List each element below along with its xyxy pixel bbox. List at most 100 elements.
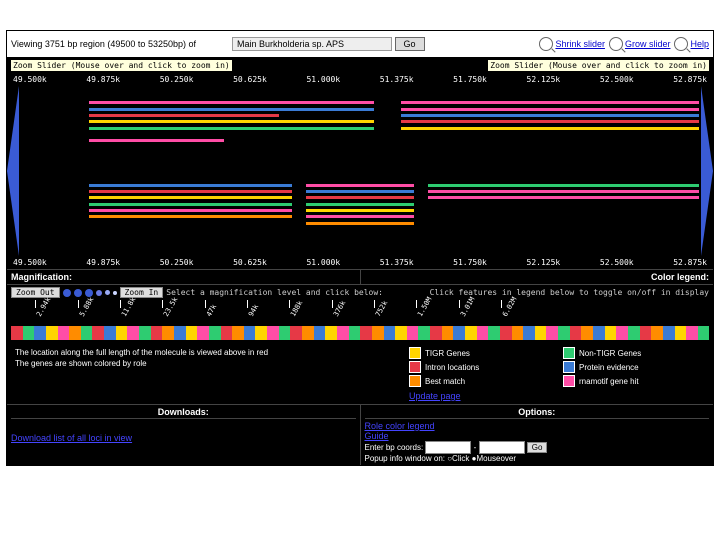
mag-tick[interactable]: 23.5k [162, 296, 179, 318]
feature-segment[interactable] [89, 190, 292, 193]
overview-segment[interactable] [232, 326, 244, 340]
overview-segment[interactable] [151, 326, 163, 340]
overview-segment[interactable] [314, 326, 326, 340]
overview-segment[interactable] [453, 326, 465, 340]
feature-segment[interactable] [89, 101, 374, 104]
overview-segment[interactable] [81, 326, 93, 340]
mag-tick[interactable]: 1.50M [416, 296, 433, 318]
feature-segment[interactable] [306, 222, 414, 225]
coords-to-input[interactable] [479, 441, 525, 454]
overview-segment[interactable] [477, 326, 489, 340]
overview-segment[interactable] [23, 326, 35, 340]
coords-from-input[interactable] [425, 441, 471, 454]
mag-tick[interactable]: 47k [205, 303, 218, 318]
update-page-link[interactable]: Update page [409, 391, 461, 401]
overview-segment[interactable] [197, 326, 209, 340]
feature-segment[interactable] [306, 190, 414, 193]
feature-segment[interactable] [89, 114, 279, 117]
feature-segment[interactable] [89, 139, 225, 142]
overview-segment[interactable] [500, 326, 512, 340]
mag-tick[interactable]: 5.88k [78, 296, 95, 318]
overview-segment[interactable] [46, 326, 58, 340]
overview-segment[interactable] [407, 326, 419, 340]
feature-segment[interactable] [306, 184, 414, 187]
overview-segment[interactable] [325, 326, 337, 340]
mag-tick[interactable]: 188k [289, 299, 304, 318]
feature-segment[interactable] [89, 184, 292, 187]
legend-item[interactable]: Best match [409, 375, 555, 387]
mag-dot[interactable] [63, 289, 71, 297]
overview-segment[interactable] [523, 326, 535, 340]
overview-segment[interactable] [581, 326, 593, 340]
mag-tick[interactable]: 3.01M [459, 296, 476, 318]
overview-segment[interactable] [267, 326, 279, 340]
overview-segment[interactable] [686, 326, 698, 340]
popup-mode-label[interactable]: Popup info window on: ○Click ●Mouseover [365, 454, 710, 463]
mag-tick[interactable]: 2.94k [35, 296, 52, 318]
magnification-ticks[interactable]: 2.94k5.88k11.8k23.5k47k94k188k376k752k1.… [7, 300, 713, 324]
overview-segment[interactable] [162, 326, 174, 340]
feature-segment[interactable] [401, 114, 699, 117]
mag-tick[interactable]: 376k [332, 299, 347, 318]
feature-segment[interactable] [401, 101, 699, 104]
coords-go-button[interactable]: Go [527, 442, 548, 453]
mag-dot[interactable] [105, 290, 110, 295]
overview-segment[interactable] [640, 326, 652, 340]
feature-segment[interactable] [89, 209, 292, 212]
overview-segment[interactable] [139, 326, 151, 340]
feature-segment[interactable] [306, 209, 414, 212]
guide-link[interactable]: Guide [365, 431, 389, 441]
overview-strip[interactable] [7, 324, 713, 344]
feature-segment[interactable] [89, 120, 374, 123]
overview-segment[interactable] [430, 326, 442, 340]
overview-segment[interactable] [209, 326, 221, 340]
feature-segment[interactable] [89, 108, 374, 111]
shrink-slider-link[interactable]: Shrink slider [539, 37, 605, 51]
overview-segment[interactable] [279, 326, 291, 340]
overview-segment[interactable] [663, 326, 675, 340]
overview-segment[interactable] [174, 326, 186, 340]
feature-segment[interactable] [428, 196, 699, 199]
genome-viewer[interactable] [7, 86, 713, 256]
overview-segment[interactable] [593, 326, 605, 340]
overview-segment[interactable] [34, 326, 46, 340]
feature-segment[interactable] [89, 196, 292, 199]
mag-dot[interactable] [113, 291, 117, 295]
overview-segment[interactable] [92, 326, 104, 340]
legend-item[interactable]: TIGR Genes [409, 347, 555, 359]
overview-segment[interactable] [535, 326, 547, 340]
legend-item[interactable]: Non-TIGR Genes [563, 347, 709, 359]
mag-tick[interactable]: 6.02M [501, 296, 518, 318]
legend-item[interactable]: Intron locations [409, 361, 555, 373]
download-loci-link[interactable]: Download list of all loci in view [11, 433, 132, 443]
mag-dot[interactable] [96, 290, 102, 296]
overview-segment[interactable] [221, 326, 233, 340]
overview-segment[interactable] [349, 326, 361, 340]
overview-segment[interactable] [570, 326, 582, 340]
feature-segment[interactable] [306, 203, 414, 206]
dataset-select[interactable]: Main Burkholderia sp. APS [232, 37, 392, 51]
feature-segment[interactable] [401, 127, 699, 130]
scroll-left-arrow[interactable] [7, 86, 19, 256]
help-link[interactable]: Help [674, 37, 709, 51]
scroll-right-arrow[interactable] [701, 86, 713, 256]
overview-segment[interactable] [58, 326, 70, 340]
legend-item[interactable]: Protein evidence [563, 361, 709, 373]
overview-segment[interactable] [69, 326, 81, 340]
overview-segment[interactable] [558, 326, 570, 340]
feature-segment[interactable] [306, 215, 414, 218]
overview-segment[interactable] [384, 326, 396, 340]
overview-segment[interactable] [244, 326, 256, 340]
feature-segment[interactable] [428, 190, 699, 193]
feature-segment[interactable] [401, 120, 699, 123]
feature-segment[interactable] [89, 203, 292, 206]
overview-segment[interactable] [302, 326, 314, 340]
overview-segment[interactable] [360, 326, 372, 340]
grow-slider-link[interactable]: Grow slider [609, 37, 671, 51]
go-button[interactable]: Go [395, 37, 425, 51]
overview-segment[interactable] [442, 326, 454, 340]
overview-segment[interactable] [127, 326, 139, 340]
overview-segment[interactable] [116, 326, 128, 340]
feature-segment[interactable] [89, 127, 374, 130]
overview-segment[interactable] [290, 326, 302, 340]
